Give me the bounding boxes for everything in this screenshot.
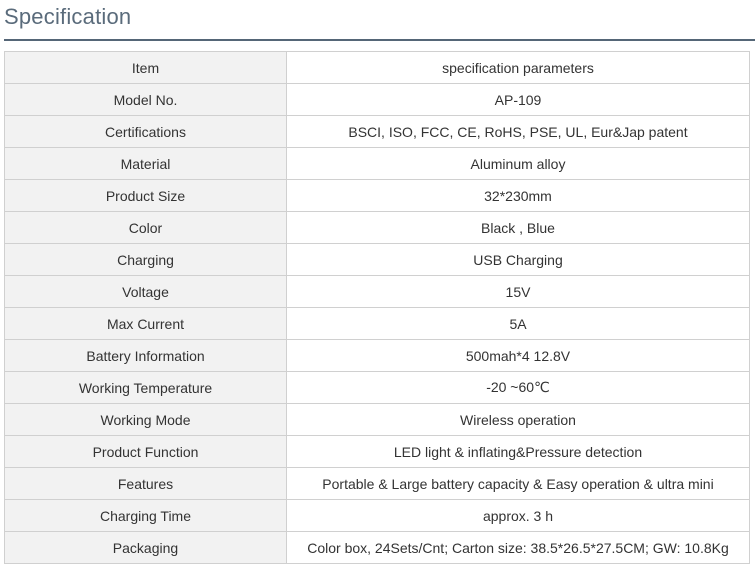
- spec-value-cell: 32*230mm: [286, 179, 750, 212]
- spec-value-cell: USB Charging: [286, 243, 750, 276]
- spec-value-cell: Aluminum alloy: [286, 147, 750, 180]
- spec-item-cell: Material: [4, 147, 287, 180]
- spec-item-cell: Voltage: [4, 275, 287, 308]
- specification-table-body: Item specification parameters Model No. A…: [4, 51, 750, 564]
- spec-item-cell: Working Mode: [4, 403, 287, 436]
- spec-item-cell: Model No.: [4, 83, 287, 116]
- header-item-cell: Item: [4, 51, 287, 84]
- spec-value-cell: Black , Blue: [286, 211, 750, 244]
- spec-value-cell: BSCI, ISO, FCC, CE, RoHS, PSE, UL, Eur&J…: [286, 115, 750, 148]
- table-row: Charging Time approx. 3 h: [4, 499, 750, 532]
- table-row: Max Current 5A: [4, 307, 750, 340]
- spec-item-cell: Color: [4, 211, 287, 244]
- header-param-cell: specification parameters: [286, 51, 750, 84]
- table-row: Packaging Color box, 24Sets/Cnt; Carton s…: [4, 531, 750, 564]
- spec-value-cell: AP-109: [286, 83, 750, 116]
- spec-item-cell: Charging: [4, 243, 287, 276]
- spec-item-cell: Product Size: [4, 179, 287, 212]
- spec-value-cell: -20 ~60℃: [286, 371, 750, 404]
- specification-table: Item specification parameters Model No. A…: [4, 51, 750, 564]
- spec-item-cell: Charging Time: [4, 499, 287, 532]
- table-row: Certifications BSCI, ISO, FCC, CE, RoHS, …: [4, 115, 750, 148]
- page-title: Specification: [4, 4, 132, 29]
- table-row: Features Portable & Large battery capacit…: [4, 467, 750, 500]
- spec-value-cell: Portable & Large battery capacity & Easy…: [286, 467, 750, 500]
- spec-value-cell: LED light & inflating&Pressure detection: [286, 435, 750, 468]
- spec-item-cell: Product Function: [4, 435, 287, 468]
- spec-value-cell: 500mah*4 12.8V: [286, 339, 750, 372]
- table-row: Voltage 15V: [4, 275, 750, 308]
- table-row: Product Function LED light & inflating&Pr…: [4, 435, 750, 468]
- spec-item-cell: Certifications: [4, 115, 287, 148]
- spec-value-cell: Wireless operation: [286, 403, 750, 436]
- spec-value-cell: Color box, 24Sets/Cnt; Carton size: 38.5…: [286, 531, 750, 564]
- table-row: Color Black , Blue: [4, 211, 750, 244]
- table-header-row: Item specification parameters: [4, 51, 750, 84]
- spec-value-cell: approx. 3 h: [286, 499, 750, 532]
- table-row: Battery Information 500mah*4 12.8V: [4, 339, 750, 372]
- table-row: Working Temperature -20 ~60℃: [4, 371, 750, 404]
- spec-item-cell: Packaging: [4, 531, 287, 564]
- spec-item-cell: Working Temperature: [4, 371, 287, 404]
- table-row: Product Size 32*230mm: [4, 179, 750, 212]
- table-row: Working Mode Wireless operation: [4, 403, 750, 436]
- spec-item-cell: Features: [4, 467, 287, 500]
- table-row: Material Aluminum alloy: [4, 147, 750, 180]
- table-row: Charging USB Charging: [4, 243, 750, 276]
- spec-value-cell: 15V: [286, 275, 750, 308]
- spec-value-cell: 5A: [286, 307, 750, 340]
- title-divider: [4, 39, 755, 41]
- spec-item-cell: Max Current: [4, 307, 287, 340]
- table-row: Model No. AP-109: [4, 83, 750, 116]
- spec-item-cell: Battery Information: [4, 339, 287, 372]
